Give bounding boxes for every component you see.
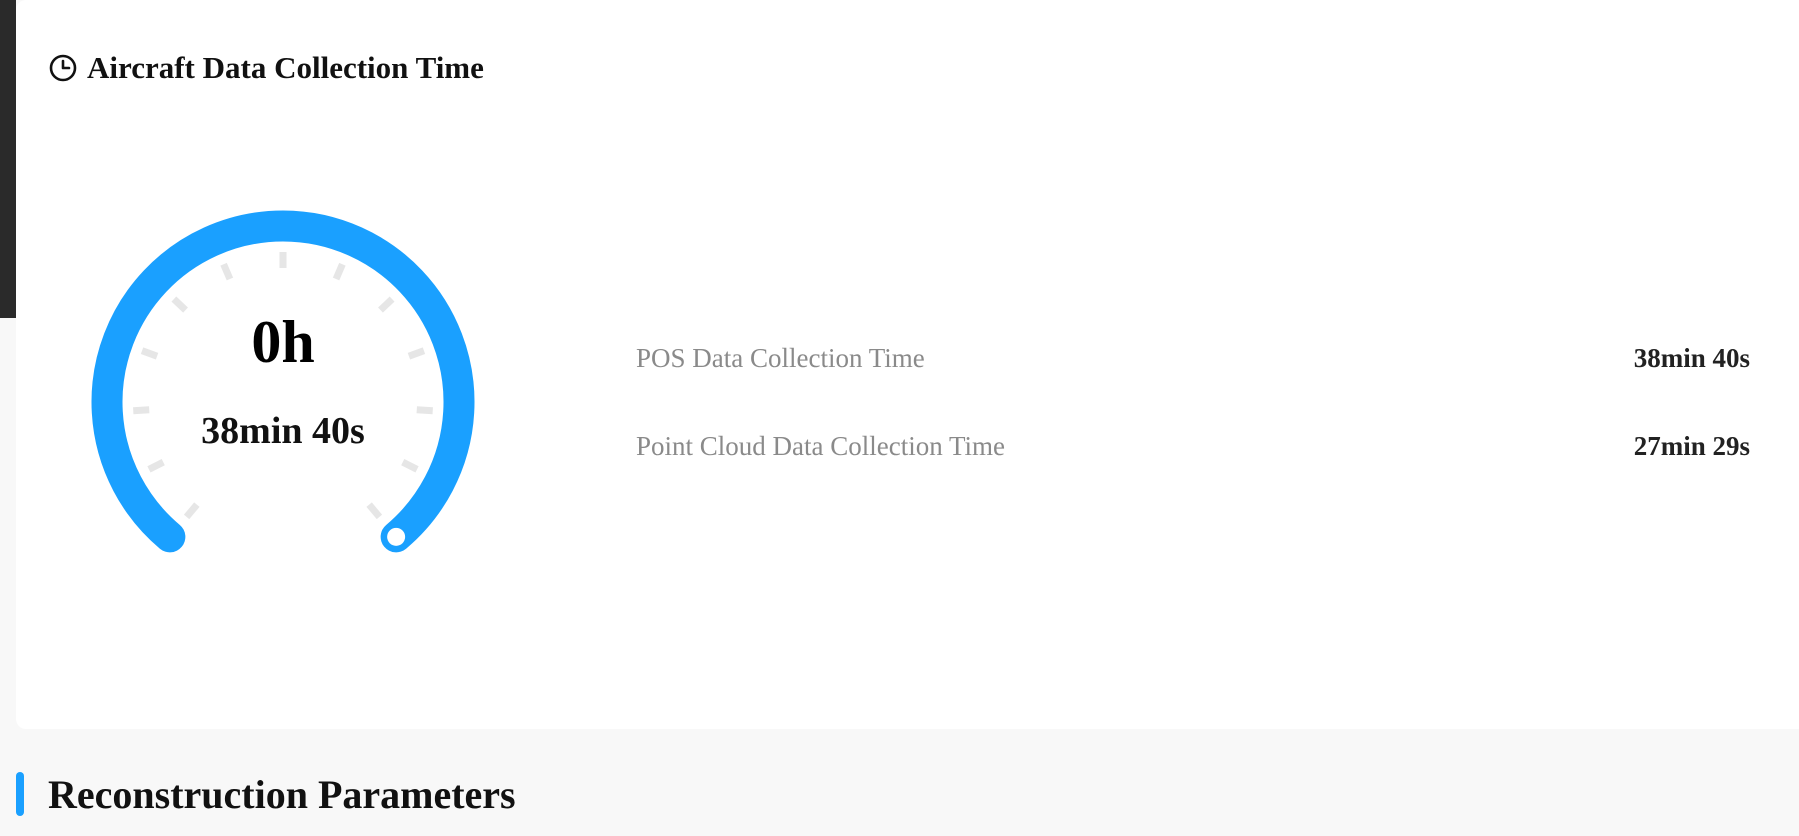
- stat-label: Point Cloud Data Collection Time: [636, 430, 1006, 461]
- gauge-progress-arc: [91, 210, 475, 553]
- background-panel-edge: [0, 0, 16, 318]
- gauge-tick: [366, 502, 383, 520]
- stat-row-point-cloud: Point Cloud Data Collection Time 27min 2…: [636, 424, 1750, 468]
- stat-value: 38min 40s: [1633, 342, 1750, 373]
- collection-time-gauge: [78, 200, 488, 560]
- gauge-tick: [171, 296, 188, 313]
- collection-stats: POS Data Collection Time 38min 40s Point…: [636, 336, 1750, 512]
- section-header: Reconstruction Parameters: [16, 771, 516, 817]
- gauge-tick: [378, 296, 395, 313]
- card-title: Aircraft Data Collection Time: [87, 50, 484, 85]
- gauge-hours-value: 0h: [251, 309, 315, 375]
- gauge-tick: [332, 262, 346, 281]
- stat-value: 27min 29s: [1633, 430, 1750, 461]
- stat-row-pos: POS Data Collection Time 38min 40s: [636, 336, 1750, 380]
- gauge-tick: [401, 459, 419, 473]
- gauge-minutes-value: 38min 40s: [201, 410, 365, 452]
- card-header: Aircraft Data Collection Time: [48, 48, 484, 88]
- clock-icon: [48, 53, 78, 83]
- gauge-end-dot: [387, 527, 406, 546]
- gauge-tick: [220, 262, 234, 281]
- gauge-tick: [183, 502, 200, 520]
- gauge-tick: [147, 459, 165, 473]
- section-title: Reconstruction Parameters: [48, 771, 516, 817]
- gauge-tick: [416, 406, 433, 415]
- gauge-ticks: [133, 252, 433, 520]
- gauge-tick: [133, 406, 150, 415]
- section-accent-bar: [16, 772, 24, 816]
- gauge-svg: [91, 210, 475, 553]
- stat-label: POS Data Collection Time: [636, 342, 925, 373]
